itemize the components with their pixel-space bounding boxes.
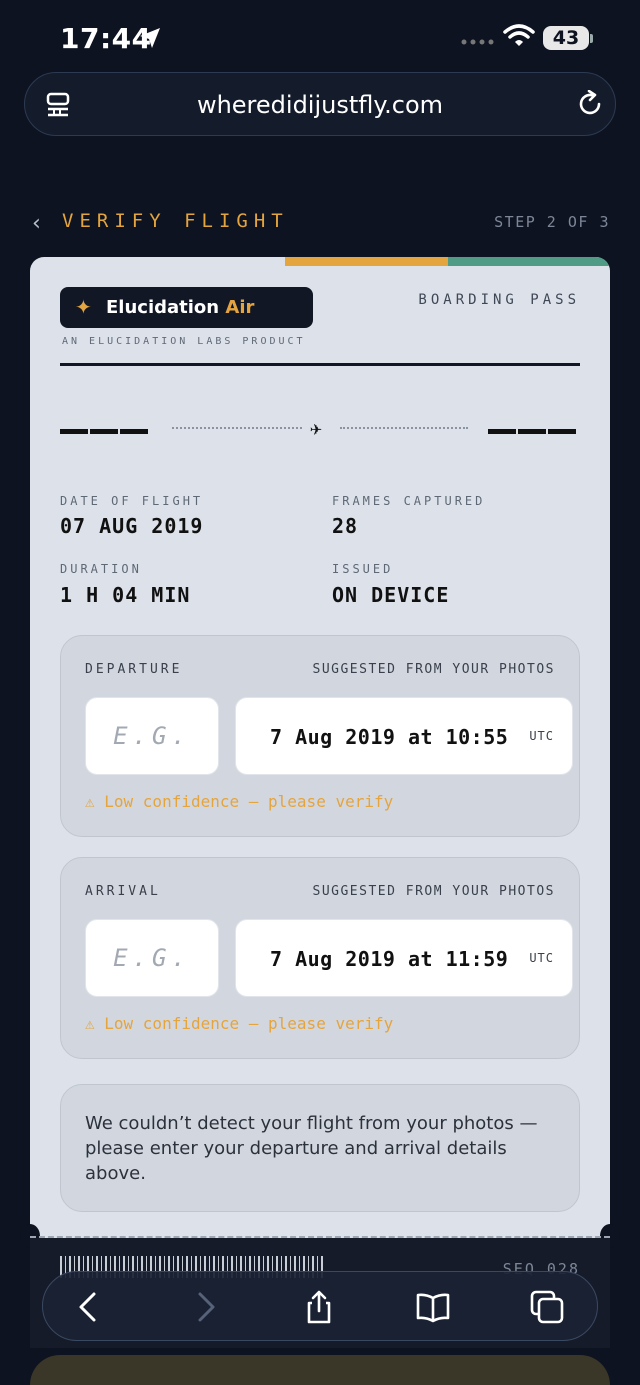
progress-segment-current xyxy=(285,257,448,266)
forward-icon[interactable] xyxy=(187,1289,223,1325)
departure-panel: DEPARTURE SUGGESTED FROM YOUR PHOTOS E.G… xyxy=(60,635,580,837)
location-arrow-icon xyxy=(140,28,160,48)
duration-label: DURATION xyxy=(60,562,142,576)
suggested-note: SUGGESTED FROM YOUR PHOTOS xyxy=(312,884,555,899)
route-line xyxy=(172,427,302,429)
battery-icon: 43 xyxy=(543,26,589,50)
suggested-note: SUGGESTED FROM YOUR PHOTOS xyxy=(312,662,555,677)
boarding-pass-label: BOARDING PASS xyxy=(418,292,580,308)
destination-code-placeholder xyxy=(518,429,546,434)
status-bar: 17:44 43 xyxy=(0,0,640,72)
arrival-panel: ARRIVAL SUGGESTED FROM YOUR PHOTOS E.G. … xyxy=(60,857,580,1059)
airplane-icon: ✈ xyxy=(310,416,323,440)
progress-segment-next xyxy=(448,257,610,266)
bookmarks-icon[interactable] xyxy=(415,1289,451,1325)
url-text[interactable]: wheredidijustfly.com xyxy=(25,91,615,119)
arrival-label: ARRIVAL xyxy=(85,884,161,899)
signal-dots-icon xyxy=(461,39,494,45)
boarding-pass-card: ✦ Elucidation Air AN ELUCIDATION LABS PR… xyxy=(30,257,610,1242)
tagline: AN ELUCIDATION LABS PRODUCT xyxy=(62,336,306,347)
departure-time-field[interactable]: 7 Aug 2019 at 10:55 UTC xyxy=(235,697,573,775)
departure-airport-input[interactable]: E.G. xyxy=(85,697,219,775)
issued-value: ON DEVICE xyxy=(332,583,450,607)
arrival-airport-input[interactable]: E.G. xyxy=(85,919,219,997)
date-value: 07 AUG 2019 xyxy=(60,514,204,538)
divider xyxy=(60,363,580,366)
back-icon[interactable] xyxy=(71,1289,107,1325)
arrival-confidence-warning: ⚠ Low confidence — please verify xyxy=(85,1014,394,1033)
step-indicator: STEP 2 OF 3 xyxy=(494,213,610,231)
route-line xyxy=(340,427,468,429)
brand-name: Elucidation xyxy=(106,297,220,318)
timezone-label: UTC xyxy=(529,729,554,743)
sparkle-icon: ✦ xyxy=(75,295,92,319)
address-bar[interactable]: wheredidijustfly.com xyxy=(24,72,616,136)
duration-value: 1 H 04 MIN xyxy=(60,583,191,607)
arrival-time-field[interactable]: 7 Aug 2019 at 11:59 UTC xyxy=(235,919,573,997)
detection-message: We couldn’t detect your flight from your… xyxy=(60,1084,580,1212)
destination-code-placeholder xyxy=(488,429,516,434)
departure-label: DEPARTURE xyxy=(85,662,183,677)
departure-confidence-warning: ⚠ Low confidence — please verify xyxy=(85,792,394,811)
tabs-icon[interactable] xyxy=(529,1289,565,1325)
continue-button[interactable] xyxy=(30,1355,610,1385)
reload-icon[interactable] xyxy=(576,90,604,118)
battery-nub xyxy=(590,34,593,43)
frames-value: 28 xyxy=(332,514,359,538)
back-chevron-icon[interactable]: ‹ xyxy=(30,211,43,236)
browser-toolbar xyxy=(42,1271,598,1341)
issued-label: ISSUED xyxy=(332,562,394,576)
origin-code-placeholder xyxy=(60,429,88,434)
brand-badge: ✦ Elucidation Air xyxy=(60,287,313,328)
share-icon[interactable] xyxy=(301,1289,337,1325)
date-label: DATE OF FLIGHT xyxy=(60,494,204,508)
wifi-icon xyxy=(503,24,535,46)
page-title: VERIFY FLIGHT xyxy=(62,210,289,232)
origin-code-placeholder xyxy=(90,429,118,434)
departure-time-value: 7 Aug 2019 at 10:55 xyxy=(270,725,509,749)
destination-code-placeholder xyxy=(548,429,576,434)
arrival-time-value: 7 Aug 2019 at 11:59 xyxy=(270,947,509,971)
timezone-label: UTC xyxy=(529,951,554,965)
frames-label: FRAMES CAPTURED xyxy=(332,494,486,508)
brand-accent: Air xyxy=(225,297,255,318)
origin-code-placeholder xyxy=(120,429,148,434)
